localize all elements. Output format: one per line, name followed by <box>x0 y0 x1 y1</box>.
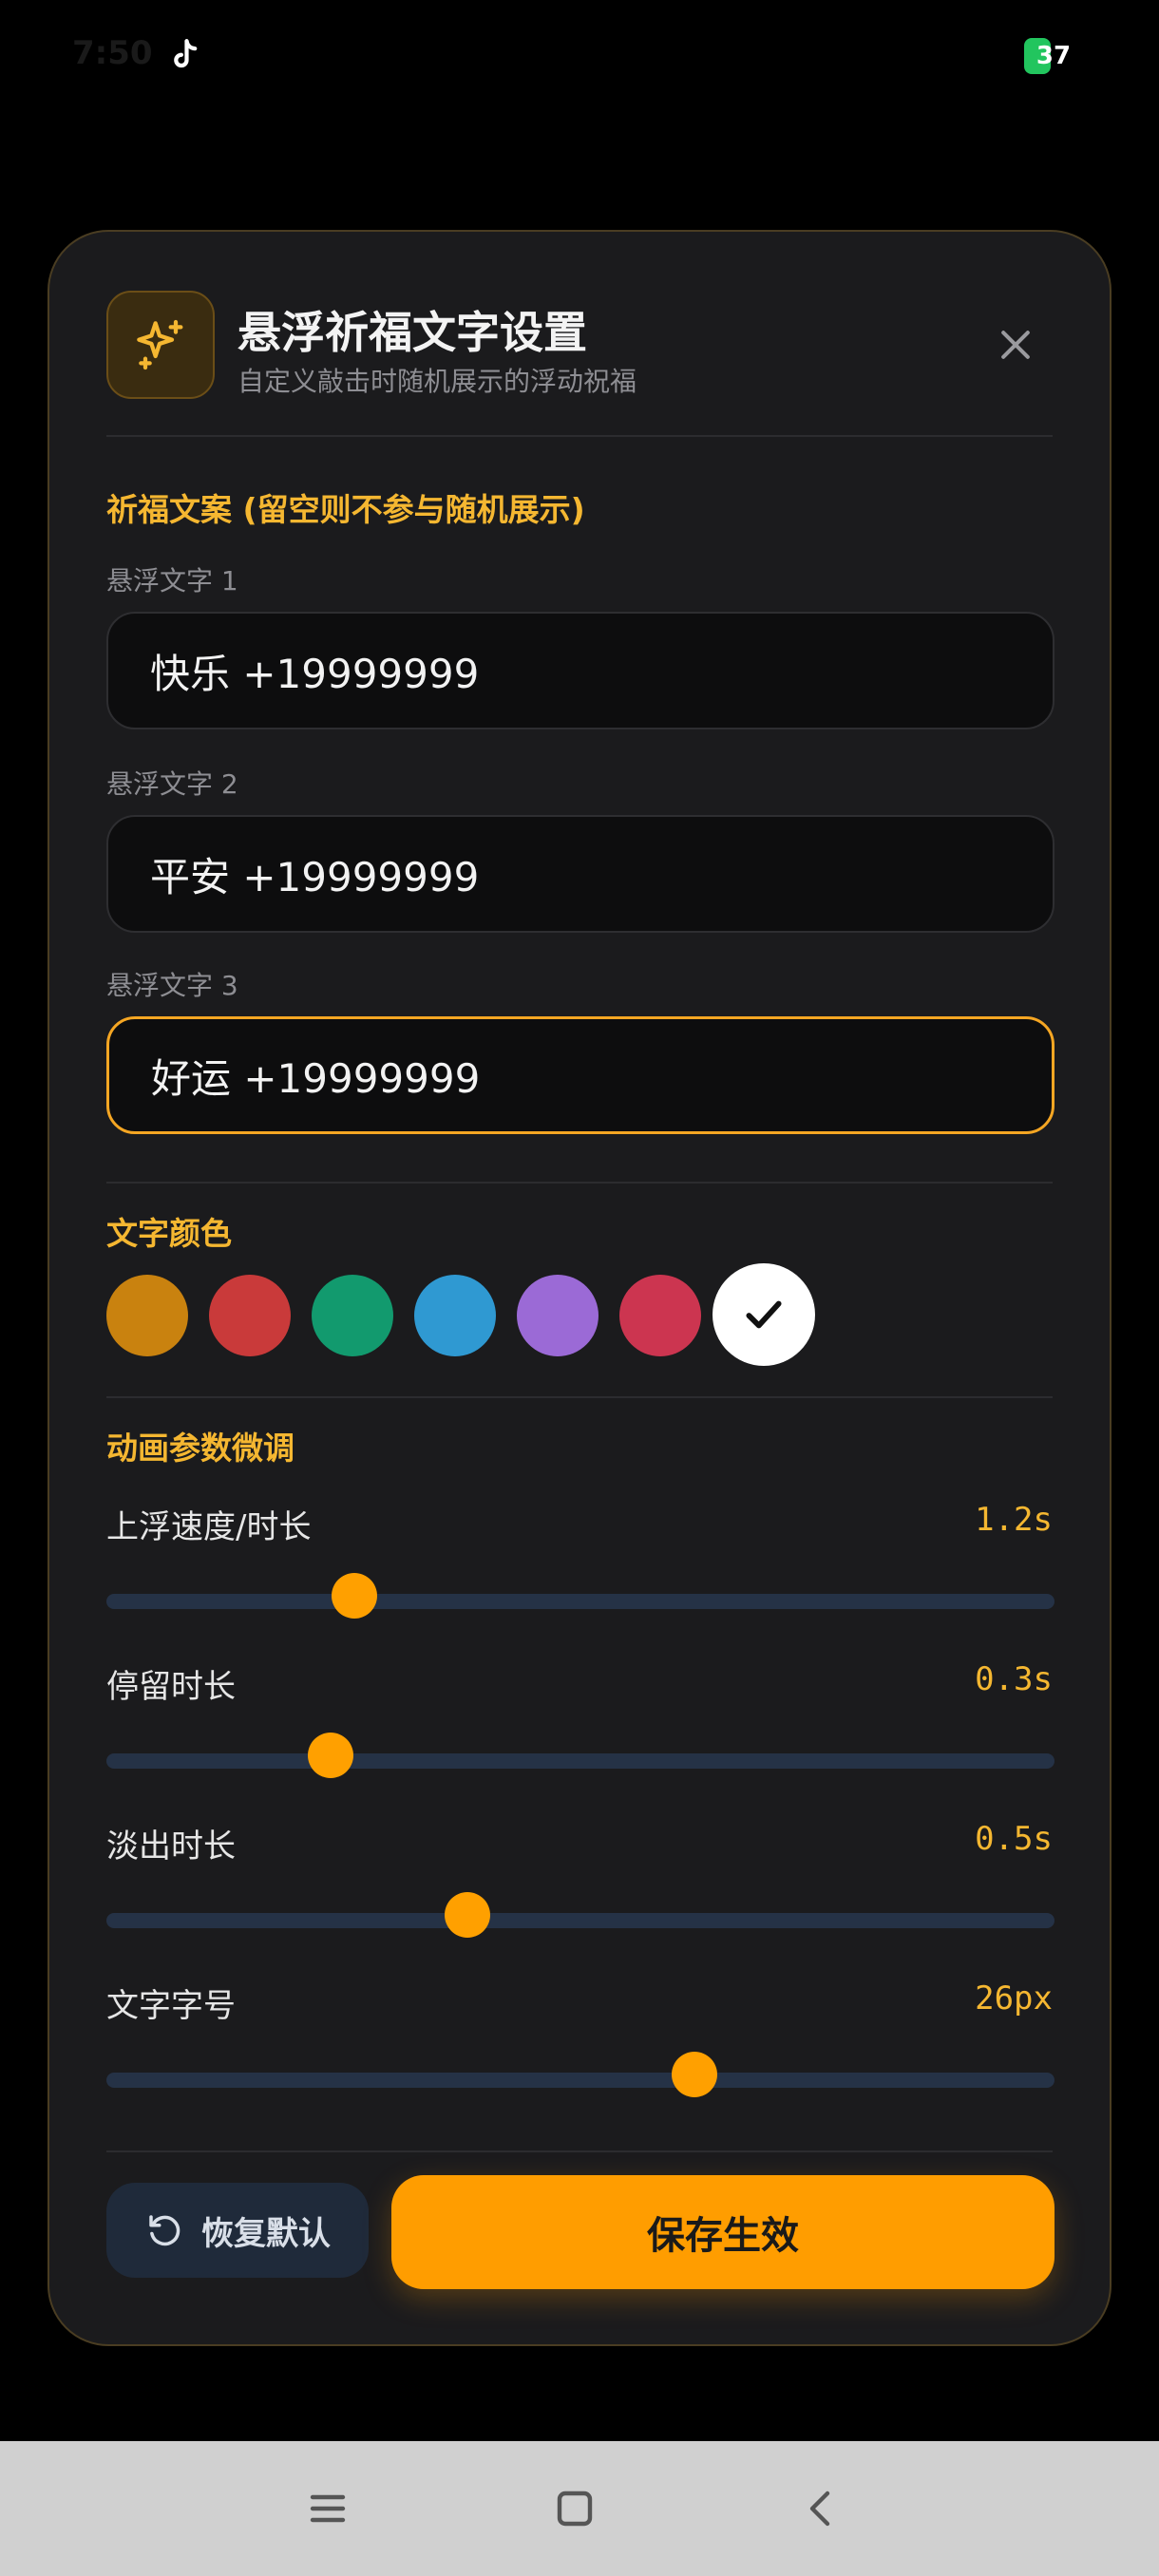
slider-label-rise: 上浮速度/时长 <box>106 1508 312 1546</box>
slider-value-fontsize: 26px <box>975 1979 1053 2017</box>
color-swatch-red[interactable] <box>209 1275 291 1356</box>
float-text-input-2[interactable] <box>106 815 1054 933</box>
color-swatch-blue[interactable] <box>414 1275 496 1356</box>
divider <box>106 1182 1053 1184</box>
system-nav-bar <box>0 2441 1159 2576</box>
home-button[interactable] <box>542 2475 608 2542</box>
slider-value-fade: 0.5s <box>975 1820 1053 1858</box>
home-icon <box>557 2491 593 2527</box>
reset-label: 恢复默认 <box>201 2214 331 2253</box>
back-button[interactable] <box>788 2475 855 2542</box>
dialog-header: 悬浮祈福文字设置 自定义敲击时随机展示的浮动祝福 <box>106 291 1053 401</box>
save-button[interactable]: 保存生效 <box>391 2175 1054 2289</box>
slider-thumb[interactable] <box>307 1733 353 1778</box>
field-label-2: 悬浮文字 2 <box>106 768 238 800</box>
slider-thumb[interactable] <box>445 1892 491 1938</box>
slider-label-stay: 停留时长 <box>106 1668 236 1706</box>
divider <box>106 435 1053 437</box>
field-label-3: 悬浮文字 3 <box>106 970 238 1001</box>
slider-thumb[interactable] <box>332 1573 378 1619</box>
status-icons: 37 <box>1024 38 1083 74</box>
texts-section-title: 祈福文案 (留空则不参与随机展示) <box>106 491 585 528</box>
status-bar: 7:50 37 <box>0 0 1159 114</box>
color-swatches <box>106 1263 1056 1368</box>
back-icon <box>809 2491 830 2527</box>
color-swatch-crimson[interactable] <box>619 1275 701 1356</box>
divider <box>106 1396 1053 1398</box>
slider-font-size[interactable] <box>106 2052 1054 2097</box>
color-swatch-amber[interactable] <box>106 1275 188 1356</box>
float-text-input-1[interactable] <box>106 612 1054 729</box>
slider-fade-duration[interactable] <box>106 1892 1054 1938</box>
slider-value-stay: 0.3s <box>975 1660 1053 1698</box>
slider-label-fontsize: 文字字号 <box>106 1987 236 2025</box>
reset-icon <box>149 2215 180 2246</box>
slider-thumb[interactable] <box>671 2052 717 2097</box>
float-text-input-3[interactable] <box>106 1016 1054 1134</box>
color-swatch-white[interactable] <box>712 1263 815 1366</box>
prayer-text-settings-dialog: 悬浮祈福文字设置 自定义敲击时随机展示的浮动祝福 祈福文案 (留空则不参与随机展… <box>48 230 1112 2346</box>
menu-icon <box>310 2494 346 2523</box>
color-swatch-purple[interactable] <box>517 1275 598 1356</box>
check-icon <box>746 1300 782 1329</box>
divider <box>106 2150 1053 2152</box>
color-section-title: 文字颜色 <box>106 1215 232 1252</box>
slider-value-rise: 1.2s <box>975 1501 1053 1539</box>
slider-stay-duration[interactable] <box>106 1733 1054 1778</box>
color-swatch-green[interactable] <box>312 1275 393 1356</box>
slider-label-fade: 淡出时长 <box>106 1828 236 1866</box>
battery-icon: 37 <box>1024 38 1083 74</box>
field-label-1: 悬浮文字 1 <box>106 565 238 597</box>
battery-level: 37 <box>1036 42 1072 70</box>
tiktok-icon <box>174 39 198 68</box>
dialog-subtitle: 自定义敲击时随机展示的浮动祝福 <box>238 366 637 397</box>
dialog-title: 悬浮祈福文字设置 <box>238 307 587 358</box>
menu-button[interactable] <box>294 2475 361 2542</box>
slider-rise-duration[interactable] <box>106 1573 1054 1619</box>
close-icon <box>1001 331 1030 359</box>
anim-section-title: 动画参数微调 <box>106 1430 294 1467</box>
reset-default-button[interactable]: 恢复默认 <box>106 2183 369 2278</box>
status-time: 7:50 <box>72 34 153 72</box>
sparkles-icon <box>106 291 215 399</box>
close-button[interactable] <box>988 317 1043 372</box>
save-label: 保存生效 <box>647 2214 799 2258</box>
